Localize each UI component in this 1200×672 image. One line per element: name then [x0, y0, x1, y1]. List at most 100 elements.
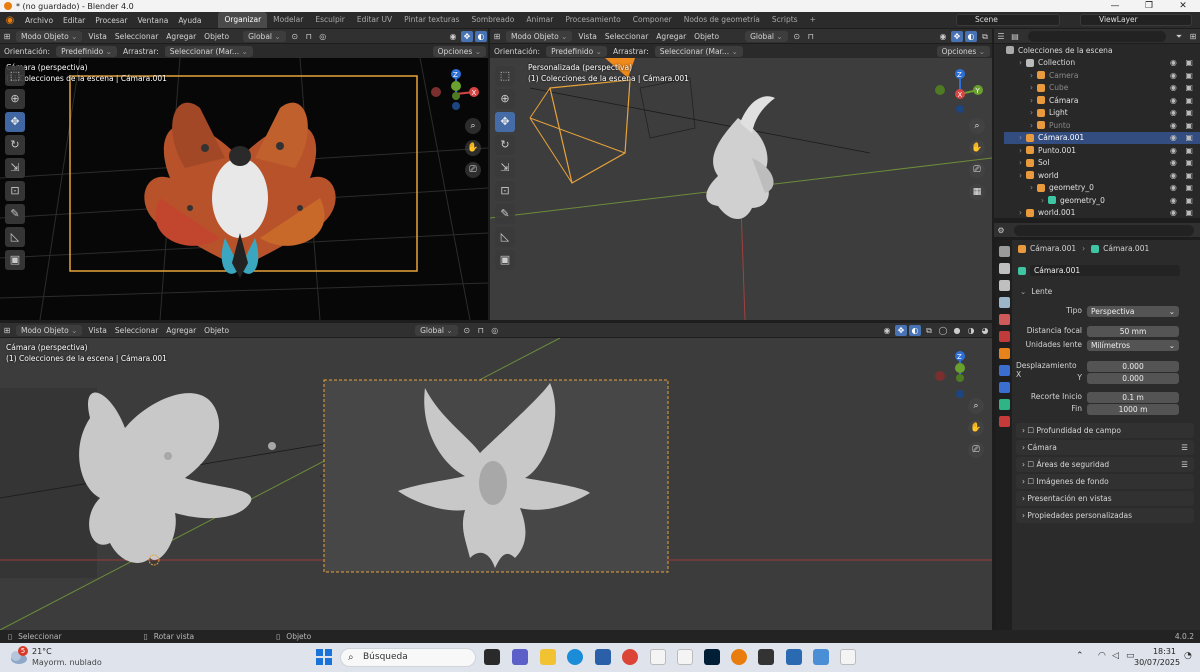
ortho-toggle-icon-2[interactable]: ▦: [969, 184, 985, 200]
overlay-toggle-icon[interactable]: ◐: [475, 30, 487, 42]
material-shading-icon[interactable]: ◑: [965, 325, 977, 336]
select-box-tool-icon[interactable]: ⬚: [5, 66, 25, 86]
expand-chevron-icon[interactable]: ›: [1030, 108, 1037, 117]
store-icon[interactable]: [595, 649, 611, 665]
physics-tab-icon[interactable]: [998, 382, 1010, 393]
outliner-row[interactable]: › Punto ◉ ▣: [1004, 119, 1200, 132]
scale-tool-icon-2[interactable]: ⇲: [495, 158, 515, 178]
render-tab-icon[interactable]: [998, 263, 1010, 274]
edge-icon[interactable]: [567, 649, 583, 665]
orientation-dropdown[interactable]: Predefinido: [56, 45, 117, 57]
pivot-icon-3[interactable]: ⊙: [461, 325, 473, 336]
taskbar-search-input[interactable]: ⌕ Búsqueda: [340, 648, 476, 667]
expand-chevron-icon[interactable]: ›: [1030, 183, 1037, 192]
vista-menu-2[interactable]: Vista: [574, 32, 601, 41]
taskbar-date[interactable]: 30/07/2025: [1134, 658, 1180, 667]
mode-dropdown-3[interactable]: Modo Objeto: [16, 324, 83, 336]
visibility-toggle-icon[interactable]: ◉ ▣: [1170, 133, 1196, 142]
mode-dropdown[interactable]: Modo Objeto: [16, 30, 83, 42]
expand-chevron-icon[interactable]: ›: [1030, 121, 1037, 130]
camera-view-icon-2[interactable]: ⎚: [969, 162, 985, 178]
transform-tool-icon-2[interactable]: ⊡: [495, 181, 515, 201]
measure-tool-icon-2[interactable]: ◺: [495, 227, 515, 247]
maximize-button[interactable]: ❐: [1132, 0, 1166, 12]
expand-chevron-icon[interactable]: ›: [1019, 58, 1026, 67]
section-presentacion-vistas[interactable]: › Presentación en vistas: [1016, 491, 1194, 506]
minimize-button[interactable]: —: [1098, 0, 1132, 12]
visibility-toggle-icon[interactable]: ◉ ▣: [1170, 71, 1196, 80]
vista-menu-3[interactable]: Vista: [84, 326, 111, 335]
seleccionar-menu[interactable]: Seleccionar: [111, 32, 162, 41]
add-workspace-button[interactable]: +: [804, 12, 822, 28]
select-box-tool-icon-2[interactable]: ⬚: [495, 66, 515, 86]
outliner-row[interactable]: › geometry_0 ◉ ▣: [1004, 194, 1200, 207]
expand-chevron-icon[interactable]: ›: [1030, 83, 1037, 92]
document-app-icon-2[interactable]: [677, 649, 693, 665]
viewport2-perspective-view[interactable]: Personalizada (perspectiva) (1) Coleccio…: [490, 58, 992, 320]
focal-field[interactable]: 50 mm: [1087, 326, 1179, 337]
zoom-view-icon[interactable]: ⌕: [465, 118, 481, 134]
mode-dropdown-2[interactable]: Modo Objeto: [506, 30, 573, 42]
task-view-icon[interactable]: [484, 649, 500, 665]
viewport3-nav-gizmo[interactable]: Z: [930, 346, 990, 406]
add-cube-tool-icon[interactable]: ▣: [5, 250, 25, 270]
outliner-row[interactable]: › world ◉ ▣: [1004, 169, 1200, 182]
expand-chevron-icon[interactable]: ›: [1030, 96, 1037, 105]
objeto-menu-3[interactable]: Objeto: [200, 326, 233, 335]
outliner-row[interactable]: › Light ◉ ▣: [1004, 107, 1200, 120]
section-propiedades-personalizadas[interactable]: › Propiedades personalizadas: [1016, 508, 1194, 523]
drag-dropdown-2[interactable]: Seleccionar (Mar...: [654, 45, 743, 57]
lightroom-icon[interactable]: [704, 649, 720, 665]
gizmo-toggle-icon-2[interactable]: ✥: [951, 30, 963, 42]
taskbar-time[interactable]: 18:31: [1148, 647, 1176, 656]
section-camara[interactable]: › Cámara ☰: [1016, 440, 1194, 455]
pen-app-icon[interactable]: [758, 649, 774, 665]
objeto-menu[interactable]: Objeto: [200, 32, 233, 41]
filter-icon[interactable]: ⏷: [1173, 31, 1185, 42]
tab-componer[interactable]: Componer: [627, 12, 678, 28]
expand-chevron-icon[interactable]: ›: [1019, 146, 1026, 155]
visibility-toggle-icon[interactable]: ◉ ▣: [1170, 171, 1196, 180]
expand-chevron-icon[interactable]: ›: [1019, 208, 1026, 217]
gizmo-toggle-icon[interactable]: ✥: [461, 30, 473, 42]
blender-taskbar-icon[interactable]: [731, 649, 747, 665]
object-tab-icon[interactable]: [998, 348, 1010, 359]
annotate-tool-icon[interactable]: ✎: [5, 204, 25, 224]
wifi-icon[interactable]: ◠: [1098, 651, 1106, 661]
outliner-row[interactable]: › Sol ◉ ▣: [1004, 157, 1200, 170]
modifier-tab-icon[interactable]: [998, 365, 1010, 376]
vista-menu[interactable]: Vista: [84, 32, 111, 41]
recorte-fin-field[interactable]: 1000 m: [1087, 404, 1179, 415]
view-layer-tab-icon[interactable]: [998, 297, 1010, 308]
display-mode-icon[interactable]: ▤: [1009, 31, 1021, 42]
section-areas-seguridad[interactable]: › ☐ Áreas de seguridad ☰: [1016, 457, 1194, 472]
outliner-row[interactable]: › Cámara ◉ ▣: [1004, 94, 1200, 107]
close-button[interactable]: ✕: [1166, 0, 1200, 12]
pivot-icon[interactable]: ⊙: [289, 31, 301, 42]
menu-ventana[interactable]: Ventana: [133, 16, 174, 25]
tab-esculpir[interactable]: Esculpir: [309, 12, 351, 28]
file-explorer-icon[interactable]: [540, 649, 556, 665]
agregar-menu-3[interactable]: Agregar: [162, 326, 200, 335]
camera-view-icon-3[interactable]: ⎚: [968, 442, 984, 458]
visibility-icon-2[interactable]: ◉: [937, 31, 949, 42]
camera-data-tab-icon[interactable]: [998, 399, 1010, 410]
lente-panel-header[interactable]: ⌄ Lente: [1020, 287, 1052, 296]
transform-tool-icon[interactable]: ⊡: [5, 181, 25, 201]
volume-icon[interactable]: ◁: [1112, 651, 1119, 661]
outliner-row[interactable]: › Cube ◉ ▣: [1004, 82, 1200, 95]
seleccionar-menu-3[interactable]: Seleccionar: [111, 326, 162, 335]
xray-icon-2[interactable]: ⧉: [979, 31, 991, 42]
menu-procesar[interactable]: Procesar: [90, 16, 132, 25]
section-imagenes-fondo[interactable]: › ☐ Imágenes de fondo: [1016, 474, 1194, 489]
scale-tool-icon[interactable]: ⇲: [5, 158, 25, 178]
scene-selector[interactable]: Scene: [956, 14, 1060, 26]
move-tool-icon-2[interactable]: ✥: [495, 112, 515, 132]
outliner-scene-collection[interactable]: Colecciones de la escena: [1004, 44, 1200, 57]
overlay-toggle-icon-2[interactable]: ◐: [965, 30, 977, 42]
notepad-icon[interactable]: [840, 649, 856, 665]
tab-pintar-texturas[interactable]: Pintar texturas: [398, 12, 465, 28]
unidades-dropdown[interactable]: Milímetros ⌄: [1087, 340, 1179, 351]
editor-type-icon-2[interactable]: ⊞: [491, 31, 503, 42]
datablock-name-field[interactable]: Cámara.001: [1030, 265, 1180, 276]
